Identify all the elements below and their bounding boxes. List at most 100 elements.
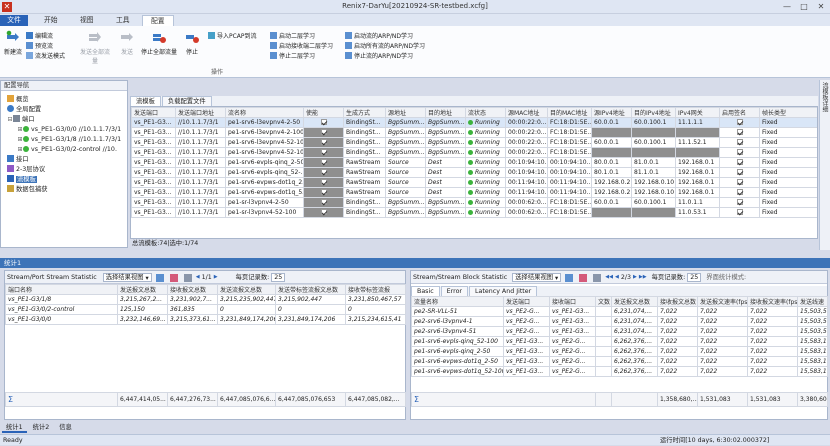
maximize-button[interactable]: □	[797, 1, 811, 12]
nav-item-port-3[interactable]: ⊞ vs_PE1-G3/0/2-control //10.	[7, 145, 127, 155]
enable-checkbox[interactable]	[320, 129, 327, 135]
template-detail-side-panel[interactable]: 流模板详细	[819, 80, 830, 250]
start-all-arp-button[interactable]: 启动所有流的ARP/ND学习	[345, 42, 425, 50]
table-row[interactable]: vs_PE1-G3/1/8 3,215,267,2... 3,231,902,7..…	[5, 294, 406, 305]
table-row[interactable]: pe1-srv6-evpls-qinq_52-100 vs_PE1-G3... vs…	[411, 336, 828, 347]
flow-mode-button[interactable]: 流发送模式	[26, 52, 65, 60]
stop-l2-learning-button[interactable]: 停止二层学习	[270, 52, 315, 60]
table-row[interactable]: vs_PE1-G3/0/2-control 125,150 361,835 0 0 0	[5, 304, 406, 315]
table-row[interactable]: vs_PE1-G3...//10.1.1.7/3/1 pe1-srv6-evpls…	[131, 167, 817, 178]
column-header[interactable]: 发送端口	[503, 296, 550, 307]
export-icon[interactable]	[183, 273, 192, 282]
tab-tools[interactable]: 工具	[108, 15, 138, 26]
send-all-button[interactable]: 发送全部流量	[78, 30, 112, 65]
nav-item-interface[interactable]: 接口	[7, 155, 127, 165]
start-recv-l2-learning-button[interactable]: 启动接收端二层学习	[270, 42, 333, 50]
enable-checkbox[interactable]	[320, 199, 327, 205]
enable-checkbox[interactable]	[320, 149, 327, 155]
column-header[interactable]: 接收带标签流报	[345, 284, 406, 295]
column-header[interactable]: 发送端口	[131, 107, 176, 118]
block-per-page-input[interactable]: 25	[687, 273, 702, 282]
tab-config[interactable]: 配置	[142, 15, 174, 26]
table-row[interactable]: vs_PE1-G3...//10.1.1.7/3/1 pe1-srv6-l3evp…	[131, 147, 817, 158]
nav-item-ports[interactable]: ⊟ 端口	[7, 115, 127, 125]
column-header[interactable]: 接收报文速率(fps)	[747, 296, 798, 307]
tab-basic[interactable]: Basic	[411, 286, 440, 296]
table-row[interactable]: pe2-SR-VLL-51 vs_PE2-G... vs_PE1-G3... 6,23…	[411, 306, 828, 317]
expand-icon[interactable]: ⊞	[17, 135, 23, 145]
last-page-icon[interactable]: ▶▶	[639, 271, 647, 284]
column-header[interactable]: 生成方式	[343, 107, 386, 118]
column-header[interactable]: 目的地址	[425, 107, 466, 118]
new-stream-button[interactable]: 新建流	[2, 30, 24, 56]
column-header[interactable]: 文数	[595, 296, 612, 307]
table-row[interactable]: vs_PE1-G3...//10.1.1.7/3/1 pe1-srv6-l3evp…	[131, 117, 817, 128]
table-row[interactable]: vs_PE1-G3...//10.1.1.7/3/1 pe1-srv6-evpws…	[131, 187, 817, 198]
enable-checkbox[interactable]	[320, 209, 327, 215]
nav-item-capture[interactable]: 数据包捕获	[7, 185, 127, 195]
column-header[interactable]: 发送报文总数	[611, 296, 658, 307]
signature-checkbox[interactable]	[736, 199, 743, 205]
nav-item-protocols[interactable]: 2-3层协议	[7, 165, 127, 175]
tab-info[interactable]: 信息	[55, 424, 76, 431]
clear-icon[interactable]	[579, 273, 588, 282]
minimize-button[interactable]: —	[780, 1, 794, 12]
table-row[interactable]: vs_PE1-G3...//10.1.1.7/3/1 pe1-srv6-l3evp…	[131, 137, 817, 148]
signature-checkbox[interactable]	[736, 129, 743, 135]
column-header[interactable]: 端口名称	[5, 284, 118, 295]
table-row[interactable]: pe1-srv6-evpws-dot1q_2-50 vs_PE1-G3... vs_…	[411, 356, 828, 367]
prev-page-icon[interactable]: ◀	[615, 271, 619, 284]
next-page-icon[interactable]: ▶	[214, 271, 218, 284]
column-header[interactable]: 流名称	[225, 107, 304, 118]
column-header[interactable]: 接收报文总数	[167, 284, 218, 295]
close-button[interactable]: ✕	[814, 1, 828, 12]
enable-checkbox[interactable]	[320, 189, 327, 195]
edit-view-icon[interactable]	[565, 273, 574, 282]
block-view-select[interactable]: 选择结果视图 ▾	[512, 273, 562, 282]
signature-checkbox[interactable]	[736, 179, 743, 185]
column-header[interactable]: 使能	[303, 107, 344, 118]
column-header[interactable]: 发送带标签流报文总数	[275, 284, 346, 295]
edit-stream-button[interactable]: 编辑流	[26, 32, 53, 40]
enable-checkbox[interactable]	[320, 119, 327, 125]
next-page-icon[interactable]: ▶	[633, 271, 637, 284]
port-per-page-input[interactable]: 25	[271, 273, 286, 282]
preview-stream-button[interactable]: 预览流	[26, 42, 53, 50]
table-row[interactable]: pe2-srv6-l3vpnv4-1 vs_PE2-G... vs_PE1-G3..…	[411, 316, 828, 327]
tab-file[interactable]: 文件	[0, 15, 28, 26]
signature-checkbox[interactable]	[736, 209, 743, 215]
nav-item-port-2[interactable]: ⊞ vs_PE1-G3/1/8 //10.1.1.7/3/1	[7, 135, 127, 145]
table-row[interactable]: vs_PE1-G3...//10.1.1.7/3/1 pe1-srv6-evpls…	[131, 157, 817, 168]
stop-button[interactable]: 停止	[182, 30, 202, 56]
tab-stream-template[interactable]: 流模板	[130, 96, 161, 106]
enable-checkbox[interactable]	[320, 139, 327, 145]
enable-checkbox[interactable]	[320, 179, 327, 185]
tab-latency-jitter[interactable]: Latency And Jitter	[469, 286, 538, 296]
column-header[interactable]: 发送报文速率(fps)	[697, 296, 748, 307]
first-page-icon[interactable]: ◀◀	[605, 271, 613, 284]
edit-view-icon[interactable]	[155, 273, 164, 282]
enable-checkbox[interactable]	[320, 169, 327, 175]
table-row[interactable]: vs_PE1-G3...//10.1.1.7/3/1 pe1-srv6-evpws…	[131, 177, 817, 188]
table-row[interactable]: vs_PE1-G3...//10.1.1.7/3/1 pe1-srv6-l3evp…	[131, 127, 817, 138]
column-header[interactable]: 发送线速	[797, 296, 828, 307]
send-button[interactable]: 发送	[117, 30, 137, 56]
nav-item-global-config[interactable]: 全局配置	[7, 105, 127, 115]
clear-icon[interactable]	[169, 273, 178, 282]
import-pcap-button[interactable]: 导入PCAP到流	[208, 32, 257, 40]
column-header[interactable]: 源地址	[385, 107, 426, 118]
expand-icon[interactable]: ⊞	[17, 145, 23, 155]
table-row[interactable]: pe1-srv6-evpws-dot1q_52-100 vs_PE1-G3... v…	[411, 366, 828, 377]
column-header[interactable]: 目的IPv4地址	[631, 107, 676, 118]
table-row[interactable]: pe1-srv6-evpls-qinq_2-50 vs_PE1-G3... vs_P…	[411, 346, 828, 357]
start-l2-learning-button[interactable]: 启动二层学习	[270, 32, 315, 40]
signature-checkbox[interactable]	[736, 169, 743, 175]
enable-checkbox[interactable]	[320, 159, 327, 165]
nav-item-port-1[interactable]: ⊞ vs_PE1-G3/0/0 //10.1.1.7/3/1	[7, 125, 127, 135]
column-header[interactable]: 发送报文总数	[117, 284, 168, 295]
column-header[interactable]: 启用签名	[719, 107, 760, 118]
column-header[interactable]: 发送端口地址	[175, 107, 226, 118]
signature-checkbox[interactable]	[736, 119, 743, 125]
column-header[interactable]: 流状态	[465, 107, 506, 118]
tab-stats-2[interactable]: 统计2	[29, 424, 54, 431]
